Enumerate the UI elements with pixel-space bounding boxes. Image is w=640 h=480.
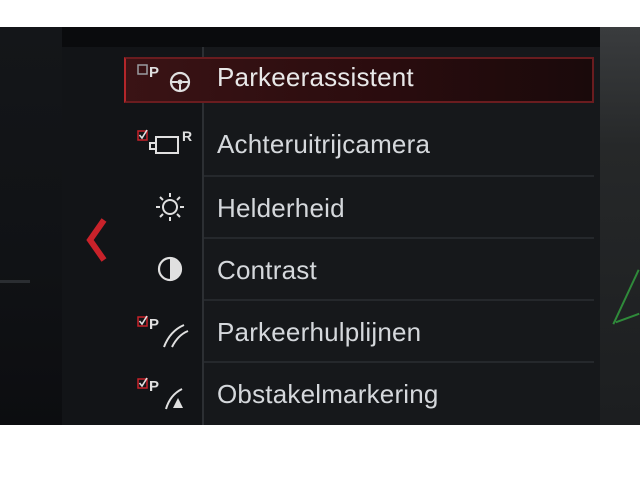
parking-guide-lines-icon: P <box>134 313 200 353</box>
svg-text:P: P <box>149 316 159 333</box>
menu-item-parkeerassistent[interactable]: P Parkeerassistent <box>124 53 594 115</box>
menu-item-label: Parkeerhulplijnen <box>217 317 422 347</box>
background-left-bar <box>0 280 30 283</box>
menu-item-helderheid[interactable]: Helderheid <box>124 177 594 239</box>
background-left <box>0 27 62 425</box>
park-steering-icon: P <box>134 60 200 100</box>
menu-item-contrast[interactable]: Contrast <box>124 239 594 301</box>
menu-item-label: Helderheid <box>217 193 345 223</box>
svg-text:P: P <box>149 378 159 395</box>
brightness-icon <box>134 189 200 229</box>
menu-item-parkeerhulplijnen[interactable]: P Parkeerhulplijnen <box>124 301 594 363</box>
menu-item-label: Obstakelmarkering <box>217 379 439 409</box>
menu-item-label: Contrast <box>217 255 317 285</box>
background-right <box>600 27 640 425</box>
menu-item-achteruitrijcamera[interactable]: R Achteruitrijcamera <box>124 115 594 177</box>
back-chevron-icon[interactable] <box>84 212 110 268</box>
obstacle-marking-icon: P <box>134 375 200 415</box>
svg-text:P: P <box>149 64 159 81</box>
idrive-screen: P Parkeerassistent R Achteruitrijcamera <box>0 27 640 425</box>
contrast-icon <box>134 251 200 291</box>
svg-text:R: R <box>182 128 192 144</box>
menu-item-obstakelmarkering[interactable]: P Obstakelmarkering <box>124 363 594 425</box>
menu-item-label: Parkeerassistent <box>217 62 414 92</box>
menu-item-label: Achteruitrijcamera <box>217 129 431 159</box>
rear-camera-icon: R <box>134 125 200 165</box>
